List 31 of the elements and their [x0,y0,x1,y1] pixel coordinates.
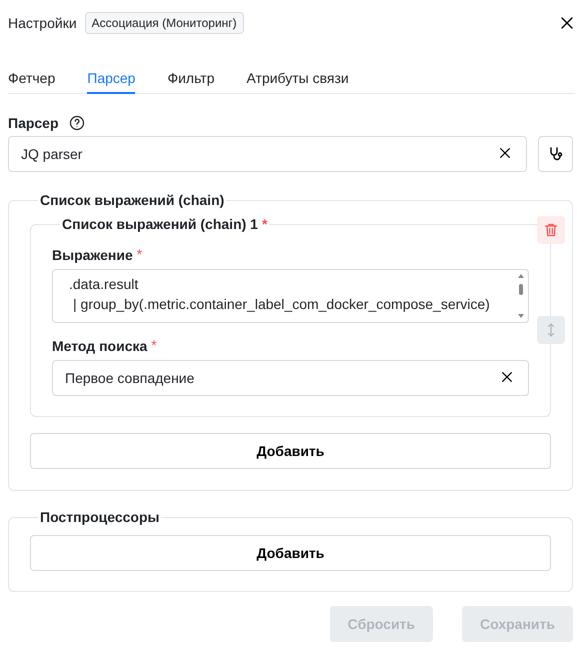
scrollbar[interactable] [517,273,525,319]
field-label: Парсер [8,114,59,132]
context-tag: Ассоциация (Мониторинг) [84,12,244,34]
required-mark: * [262,216,268,232]
add-button[interactable]: Добавить [30,433,551,469]
add-button[interactable]: Добавить [30,535,551,571]
parser-select[interactable]: JQ parser [8,136,527,172]
field-label: Метод поиска [52,336,148,354]
close-button[interactable] [559,15,575,31]
expression-field[interactable]: .data.result | group_by(.metric.container_label_com_docker_compose_service) [52,269,529,323]
tab[interactable]: Парсер [87,56,136,94]
search-method-select[interactable]: Первое совпадение [52,360,529,396]
panel-legend: Постпроцессоры [38,509,162,525]
tab[interactable]: Фильтр [167,56,214,94]
clear-icon [500,370,514,384]
drag-handle[interactable] [537,316,565,344]
panel-legend: Список выражений (chain) 1 [62,216,258,232]
field-label: Выражение [52,246,133,264]
help-icon[interactable] [68,115,85,131]
trash-icon [543,222,559,238]
tab[interactable]: Атрибуты связи [246,56,349,94]
test-button[interactable] [538,136,573,172]
close-icon [559,15,575,31]
delete-button[interactable] [537,216,565,244]
stethoscope-icon [548,146,564,162]
tab[interactable]: Фетчер [8,56,56,94]
clear-icon [498,146,512,160]
panel-legend: Список выражений (chain) [38,192,226,208]
dialog-title: Настройки [8,14,77,33]
required-mark: * [151,336,157,355]
required-mark: * [136,245,142,264]
